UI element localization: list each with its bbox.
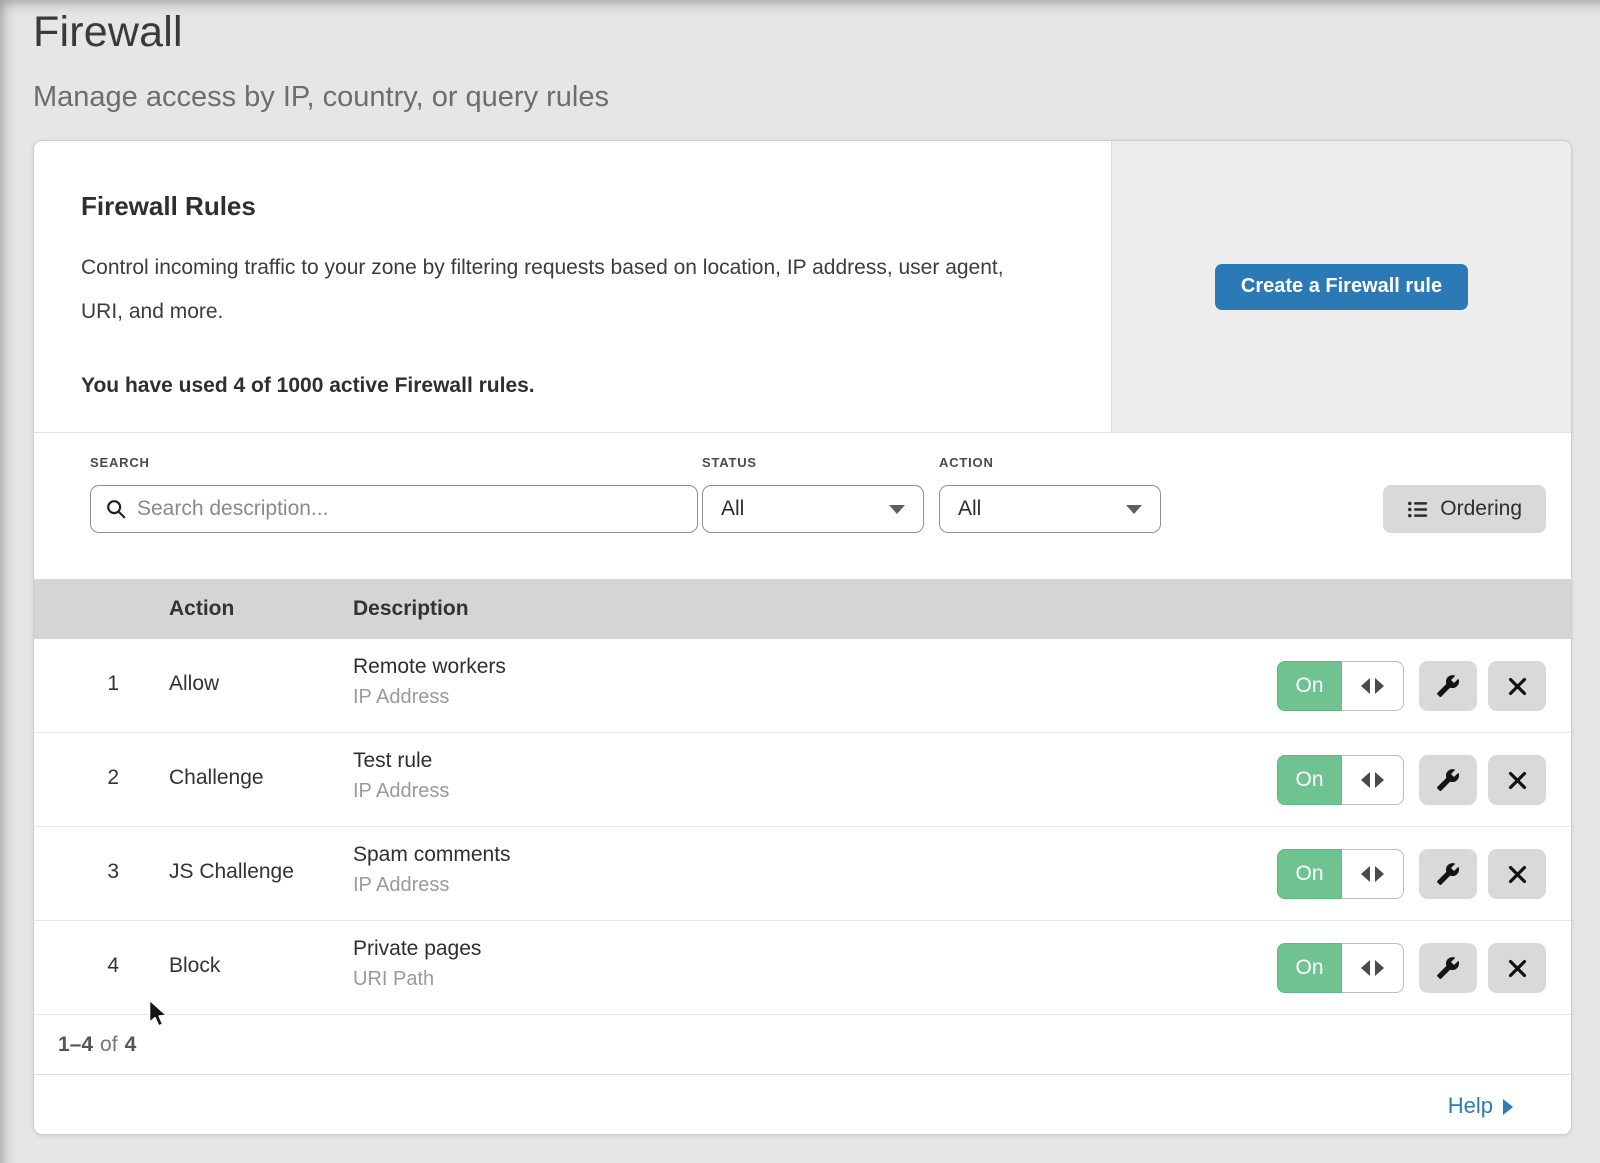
arrow-left-icon	[1361, 772, 1370, 788]
search-box	[90, 485, 698, 533]
delete-rule-button[interactable]	[1488, 755, 1546, 805]
wrench-icon	[1436, 768, 1460, 792]
close-icon	[1507, 770, 1528, 791]
arrow-right-icon	[1375, 772, 1384, 788]
pagination-range: 1–4	[58, 1033, 93, 1057]
rule-description-title: Spam comments	[353, 843, 511, 867]
toggle-on-state: On	[1277, 661, 1341, 711]
rule-enabled-toggle[interactable]: On	[1277, 661, 1404, 711]
toggle-handle	[1341, 661, 1404, 711]
rule-match-type: IP Address	[353, 686, 506, 709]
rule-enabled-toggle[interactable]: On	[1277, 755, 1404, 805]
toggle-handle	[1341, 849, 1404, 899]
table-header: Action Description	[34, 579, 1571, 639]
rule-action: Challenge	[169, 766, 264, 790]
rule-enabled-toggle[interactable]: On	[1277, 849, 1404, 899]
help-row: Help	[34, 1075, 1571, 1135]
pagination-total: 4	[125, 1033, 137, 1057]
wrench-icon	[1436, 956, 1460, 980]
panel-heading: Firewall Rules	[81, 191, 1041, 222]
arrow-right-icon	[1503, 1099, 1513, 1115]
arrow-right-icon	[1375, 866, 1384, 882]
delete-rule-button[interactable]	[1488, 849, 1546, 899]
edit-rule-button[interactable]	[1419, 661, 1477, 711]
arrow-left-icon	[1361, 960, 1370, 976]
rule-match-type: IP Address	[353, 874, 511, 897]
edit-rule-button[interactable]	[1419, 755, 1477, 805]
help-link[interactable]: Help	[1448, 1093, 1513, 1119]
column-header-description: Description	[353, 597, 469, 621]
close-icon	[1507, 676, 1528, 697]
rule-description: Remote workers IP Address	[353, 655, 506, 709]
help-link-label: Help	[1448, 1093, 1493, 1119]
ordering-button[interactable]: Ordering	[1383, 485, 1546, 533]
status-label: STATUS	[702, 455, 757, 470]
wrench-icon	[1436, 674, 1460, 698]
intro-text-panel: Firewall Rules Control incoming traffic …	[34, 141, 1111, 432]
wrench-icon	[1436, 862, 1460, 886]
filters-bar: SEARCH STATUS All ACTION All	[34, 433, 1571, 579]
pagination-row: 1–4 of 4	[34, 1015, 1571, 1075]
rule-description: Private pages URI Path	[353, 937, 481, 991]
table-row: 3 JS Challenge Spam comments IP Address …	[34, 827, 1571, 921]
search-icon	[105, 498, 127, 520]
table-row: 4 Block Private pages URI Path On	[34, 921, 1571, 1015]
delete-rule-button[interactable]	[1488, 943, 1546, 993]
ordered-list-icon	[1407, 499, 1428, 520]
table-row: 1 Allow Remote workers IP Address On	[34, 639, 1571, 733]
rule-enabled-toggle[interactable]: On	[1277, 943, 1404, 993]
page-title: Firewall	[33, 8, 609, 57]
intro-panel: Firewall Rules Control incoming traffic …	[34, 141, 1571, 433]
firewall-rules-card: Firewall Rules Control incoming traffic …	[33, 140, 1572, 1135]
rule-priority: 4	[34, 954, 119, 978]
chevron-down-icon	[1126, 505, 1142, 514]
rule-match-type: IP Address	[353, 780, 449, 803]
arrow-left-icon	[1361, 866, 1370, 882]
create-rule-panel: Create a Firewall rule	[1111, 141, 1571, 432]
rule-description: Spam comments IP Address	[353, 843, 511, 897]
arrow-right-icon	[1375, 960, 1384, 976]
search-input[interactable]	[137, 497, 683, 521]
rule-description-title: Remote workers	[353, 655, 506, 679]
create-firewall-rule-button[interactable]: Create a Firewall rule	[1215, 264, 1468, 310]
rule-priority: 2	[34, 766, 119, 790]
rule-action: Block	[169, 954, 220, 978]
table-row: 2 Challenge Test rule IP Address On	[34, 733, 1571, 827]
ordering-button-label: Ordering	[1440, 497, 1522, 521]
toggle-on-state: On	[1277, 943, 1341, 993]
arrow-left-icon	[1361, 678, 1370, 694]
arrow-right-icon	[1375, 678, 1384, 694]
rule-action: Allow	[169, 672, 219, 696]
toggle-on-state: On	[1277, 849, 1341, 899]
delete-rule-button[interactable]	[1488, 661, 1546, 711]
action-select[interactable]: All	[939, 485, 1161, 533]
edit-rule-button[interactable]	[1419, 943, 1477, 993]
rule-priority: 3	[34, 860, 119, 884]
edit-rule-button[interactable]	[1419, 849, 1477, 899]
status-select-value: All	[721, 497, 744, 521]
pagination-of: of	[100, 1033, 118, 1057]
rule-description-title: Private pages	[353, 937, 481, 961]
chevron-down-icon	[889, 505, 905, 514]
panel-description: Control incoming traffic to your zone by…	[81, 246, 1026, 334]
column-header-action: Action	[169, 597, 234, 621]
rule-match-type: URI Path	[353, 968, 481, 991]
rule-description-title: Test rule	[353, 749, 449, 773]
status-select[interactable]: All	[702, 485, 924, 533]
action-label: ACTION	[939, 455, 994, 470]
toggle-on-state: On	[1277, 755, 1341, 805]
rule-description: Test rule IP Address	[353, 749, 449, 803]
panel-usage-count: You have used 4 of 1000 active Firewall …	[81, 374, 1041, 398]
rule-priority: 1	[34, 672, 119, 696]
toggle-handle	[1341, 755, 1404, 805]
page-header: Firewall Manage access by IP, country, o…	[33, 8, 609, 114]
toggle-handle	[1341, 943, 1404, 993]
search-label: SEARCH	[90, 455, 150, 470]
close-icon	[1507, 958, 1528, 979]
action-select-value: All	[958, 497, 981, 521]
close-icon	[1507, 864, 1528, 885]
rule-action: JS Challenge	[169, 860, 294, 884]
page-subtitle: Manage access by IP, country, or query r…	[33, 81, 609, 114]
